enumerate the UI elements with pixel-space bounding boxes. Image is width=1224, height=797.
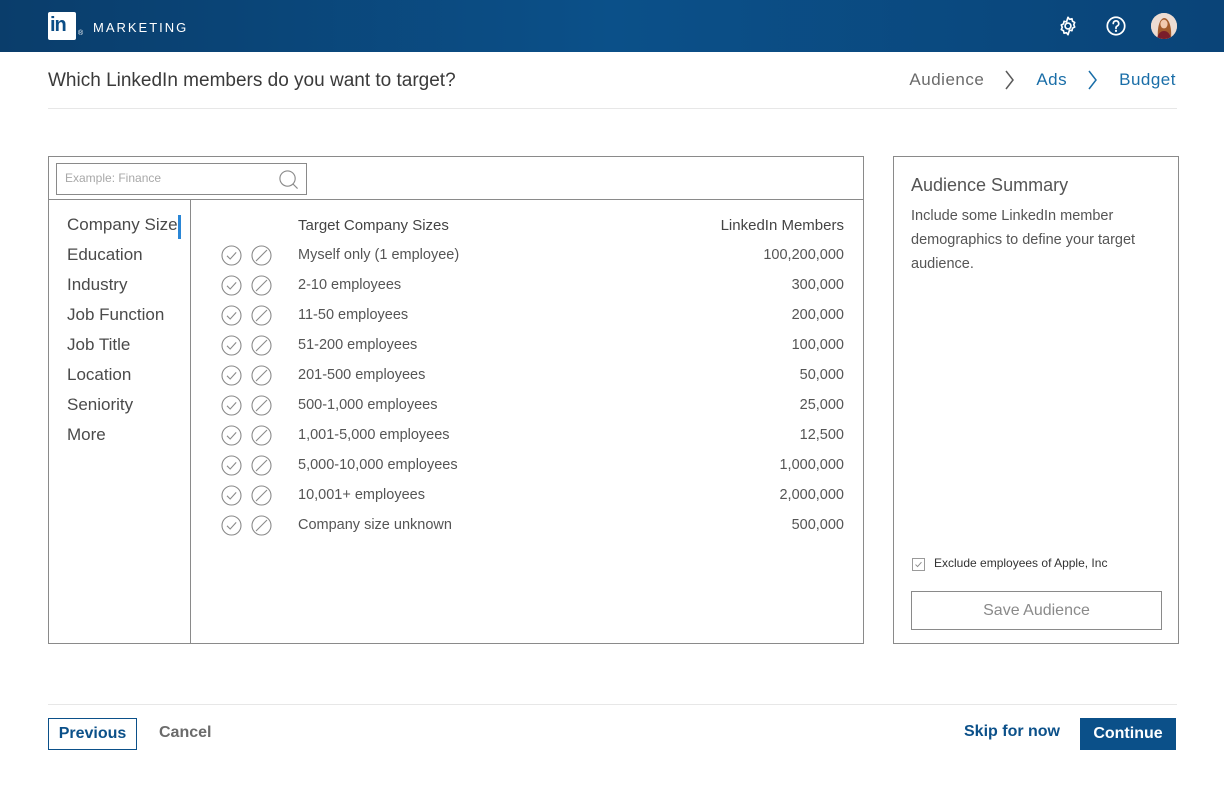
- chevron-right-icon: [1088, 70, 1098, 90]
- exclude-circle-slash-icon[interactable]: [251, 365, 272, 386]
- table-row: Company size unknown 500,000: [192, 515, 863, 545]
- search-icon[interactable]: [278, 169, 299, 190]
- category-job-title[interactable]: Job Title: [67, 333, 130, 357]
- breadcrumb-budget[interactable]: Budget: [1119, 70, 1176, 90]
- continue-button[interactable]: Continue: [1080, 718, 1176, 750]
- include-check-icon[interactable]: [221, 455, 242, 476]
- summary-description: Include some LinkedIn member demographic…: [911, 208, 1136, 272]
- row-label: 51-200 employees: [298, 337, 418, 353]
- avatar[interactable]: [1151, 13, 1177, 39]
- category-seniority[interactable]: Seniority: [67, 393, 133, 417]
- active-category-indicator: [178, 215, 181, 239]
- category-industry[interactable]: Industry: [67, 273, 127, 297]
- row-count: 2,000,000: [779, 487, 844, 503]
- row-label: 500-1,000 employees: [298, 397, 438, 413]
- row-count: 100,200,000: [763, 247, 844, 263]
- row-count: 100,000: [791, 337, 844, 353]
- brand-label: MARKETING: [93, 20, 189, 35]
- row-count: 300,000: [791, 277, 844, 293]
- include-check-icon[interactable]: [221, 515, 242, 536]
- breadcrumb: Audience Ads Budget: [909, 68, 1176, 92]
- table-row: 51-200 employees 100,000: [192, 335, 863, 365]
- row-label: 10,001+ employees: [298, 487, 425, 503]
- table-row: 201-500 employees 50,000: [192, 365, 863, 395]
- row-count: 200,000: [791, 307, 844, 323]
- table-row: Myself only (1 employee) 100,200,000: [192, 245, 863, 275]
- row-label: 201-500 employees: [298, 367, 426, 383]
- exclude-checkbox-label[interactable]: Exclude employees of Apple, Inc: [934, 556, 1107, 570]
- category-job-function[interactable]: Job Function: [67, 303, 164, 327]
- cancel-link[interactable]: Cancel: [159, 724, 211, 742]
- row-label: 2-10 employees: [298, 277, 402, 293]
- table-row: 10,001+ employees 2,000,000: [192, 485, 863, 515]
- audience-summary-panel: Audience Summary Include some LinkedIn m…: [893, 156, 1179, 644]
- table-row: 11-50 employees 200,000: [192, 305, 863, 335]
- previous-button[interactable]: Previous: [48, 718, 137, 750]
- include-check-icon[interactable]: [221, 365, 242, 386]
- category-location[interactable]: Location: [67, 363, 131, 387]
- save-audience-button[interactable]: Save Audience: [911, 591, 1162, 630]
- row-label: 5,000-10,000 employees: [298, 457, 458, 473]
- row-count: 500,000: [791, 517, 844, 533]
- include-check-icon[interactable]: [221, 335, 242, 356]
- exclude-circle-slash-icon[interactable]: [251, 485, 272, 506]
- column-header-members: LinkedIn Members: [720, 217, 844, 234]
- table-row: 500-1,000 employees 25,000: [192, 395, 863, 425]
- exclude-circle-slash-icon[interactable]: [251, 425, 272, 446]
- row-count: 25,000: [799, 397, 844, 413]
- breadcrumb-audience[interactable]: Audience: [909, 70, 984, 90]
- row-label: 1,001-5,000 employees: [298, 427, 450, 443]
- breadcrumb-ads[interactable]: Ads: [1036, 70, 1067, 90]
- exclude-circle-slash-icon[interactable]: [251, 275, 272, 296]
- search-box[interactable]: [56, 163, 307, 195]
- table-row: 5,000-10,000 employees 1,000,000: [192, 455, 863, 485]
- exclude-checkbox[interactable]: [912, 558, 925, 571]
- registered-mark: ®: [78, 30, 84, 37]
- category-list: Company Size Education Industry Job Func…: [49, 200, 191, 643]
- header-divider: [48, 108, 1177, 109]
- search-bar: [49, 157, 863, 200]
- include-check-icon[interactable]: [221, 425, 242, 446]
- column-header-company-sizes: Target Company Sizes: [298, 217, 449, 234]
- include-check-icon[interactable]: [221, 395, 242, 416]
- linkedin-logo-text: in: [50, 14, 67, 36]
- exclude-circle-slash-icon[interactable]: [251, 515, 272, 536]
- chevron-right-icon: [1005, 70, 1015, 90]
- category-more[interactable]: More: [67, 423, 106, 447]
- gear-icon[interactable]: [1057, 15, 1079, 37]
- exclude-circle-slash-icon[interactable]: [251, 395, 272, 416]
- search-input[interactable]: [65, 171, 265, 185]
- table-row: 1,001-5,000 employees 12,500: [192, 425, 863, 455]
- targeting-panel: Company Size Education Industry Job Func…: [48, 156, 864, 644]
- row-count: 12,500: [799, 427, 844, 443]
- include-check-icon[interactable]: [221, 485, 242, 506]
- row-count: 1,000,000: [779, 457, 844, 473]
- category-company-size[interactable]: Company Size: [67, 213, 178, 237]
- exclude-circle-slash-icon[interactable]: [251, 245, 272, 266]
- help-icon[interactable]: [1105, 15, 1127, 37]
- row-count: 50,000: [799, 367, 844, 383]
- page-title: Which LinkedIn members do you want to ta…: [48, 70, 456, 91]
- exclude-circle-slash-icon[interactable]: [251, 335, 272, 356]
- row-label: Company size unknown: [298, 517, 452, 533]
- table-row: 2-10 employees 300,000: [192, 275, 863, 305]
- include-check-icon[interactable]: [221, 275, 242, 296]
- top-bar: in ® MARKETING: [0, 0, 1224, 52]
- summary-title: Audience Summary: [911, 175, 1069, 195]
- include-check-icon[interactable]: [221, 245, 242, 266]
- category-education[interactable]: Education: [67, 243, 143, 267]
- exclude-circle-slash-icon[interactable]: [251, 305, 272, 326]
- row-label: Myself only (1 employee): [298, 247, 460, 263]
- row-label: 11-50 employees: [298, 307, 409, 323]
- include-check-icon[interactable]: [221, 305, 242, 326]
- footer-divider: [48, 704, 1177, 705]
- skip-for-now-link[interactable]: Skip for now: [964, 723, 1060, 741]
- exclude-circle-slash-icon[interactable]: [251, 455, 272, 476]
